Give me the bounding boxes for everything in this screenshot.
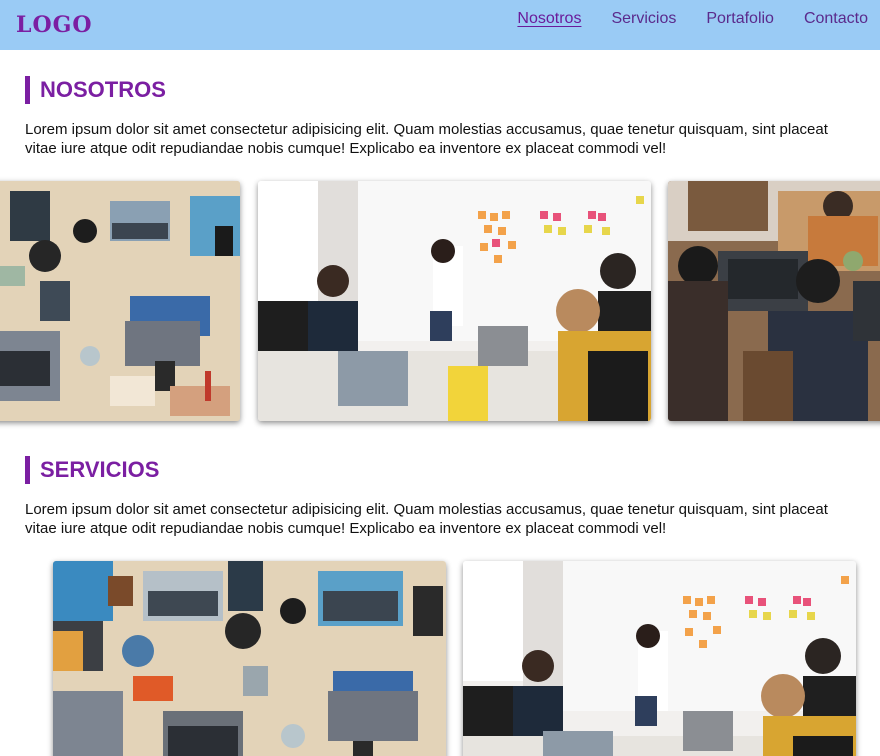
section-title-nosotros: NOSOTROS xyxy=(25,76,166,104)
section-text-servicios: Lorem ipsum dolor sit amet consectetur a… xyxy=(25,501,828,537)
nav-link-portafolio[interactable]: Portafolio xyxy=(706,9,774,29)
nav-link-nosotros[interactable]: Nosotros xyxy=(517,9,581,29)
top-navbar: LOGO Nosotros Servicios Portafolio Conta… xyxy=(0,0,880,50)
section-text-nosotros: Lorem ipsum dolor sit amet consectetur a… xyxy=(25,121,828,157)
gallery-photo-team-meeting xyxy=(258,181,651,421)
section-title-servicios: SERVICIOS xyxy=(25,456,159,484)
desk-photo-illustration xyxy=(0,181,240,421)
nav-link-servicios[interactable]: Servicios xyxy=(611,9,676,29)
desk-photo-illustration-2 xyxy=(53,561,446,756)
gallery-photo-team-meeting-2 xyxy=(463,561,856,756)
nav-link-contacto[interactable]: Contacto xyxy=(804,9,868,29)
logo[interactable]: LOGO xyxy=(16,12,93,38)
coworkers-photo-illustration xyxy=(668,181,880,421)
gallery-photo-coworkers-laptops xyxy=(668,181,880,421)
meeting-photo-illustration xyxy=(258,181,651,421)
gallery-photo-desk-top-view xyxy=(0,181,240,421)
meeting-photo-illustration-2 xyxy=(463,561,856,756)
gallery-photo-desk-top-view-2 xyxy=(53,561,446,756)
nav-menu: Nosotros Servicios Portafolio Contacto xyxy=(517,9,868,29)
